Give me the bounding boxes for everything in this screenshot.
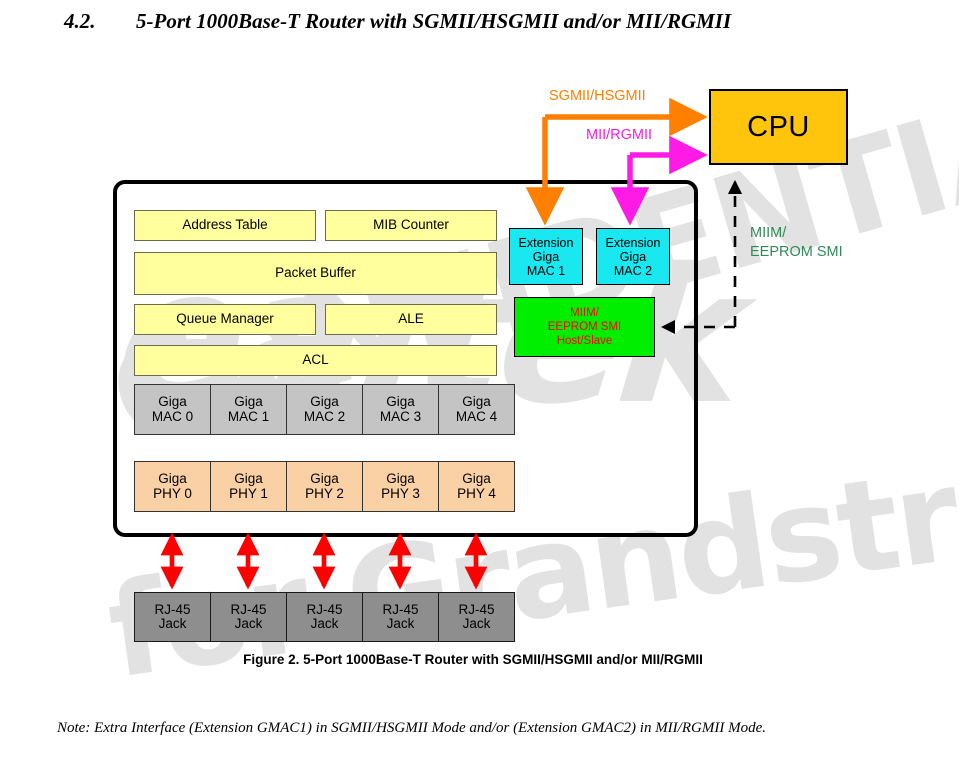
block-label: Queue Manager: [176, 311, 274, 327]
block-label: Extension Giga MAC 1: [518, 235, 574, 278]
section-number: 4.2.: [64, 9, 96, 33]
giga-mac-4[interactable]: Giga MAC 4: [438, 384, 515, 435]
figure-note: Note: Extra Interface (Extension GMAC1) …: [57, 720, 766, 736]
block-label: Giga MAC 3: [379, 394, 422, 424]
rj45-jack-2[interactable]: RJ-45 Jack: [286, 592, 363, 642]
block-label: Giga PHY 0: [153, 471, 192, 501]
block-label: MIIM/ EEPROM SMI Host/Slave: [547, 307, 622, 347]
document-page: ealtek CONFIDENTIAL for Grandstream 4.2.…: [0, 0, 959, 764]
block-label: Giga MAC 4: [455, 394, 498, 424]
giga-mac-1[interactable]: Giga MAC 1: [210, 384, 287, 435]
port-arrows: [160, 532, 488, 590]
cpu-block[interactable]: CPU: [709, 89, 848, 165]
block-label: Address Table: [182, 217, 268, 233]
block-ale[interactable]: ALE: [325, 304, 497, 335]
block-label: Giga PHY 4: [457, 471, 496, 501]
figure-caption: Figure 2. 5-Port 1000Base-T Router with …: [243, 652, 703, 667]
block-label: Giga MAC 0: [151, 394, 194, 424]
block-label: RJ-45 Jack: [306, 601, 343, 631]
block-label: Packet Buffer: [275, 265, 356, 281]
block-address-table[interactable]: Address Table: [134, 210, 316, 241]
giga-phy-0[interactable]: Giga PHY 0: [134, 461, 211, 512]
block-label: Giga PHY 2: [305, 471, 344, 501]
sgmii-hsgmii-label: SGMII/HSGMII: [549, 88, 646, 104]
block-label: Giga PHY 1: [229, 471, 268, 501]
block-label: ALE: [398, 311, 424, 327]
block-label: Giga MAC 1: [227, 394, 270, 424]
giga-mac-2[interactable]: Giga MAC 2: [286, 384, 363, 435]
giga-phy-4[interactable]: Giga PHY 4: [438, 461, 515, 512]
mii-rgmii-label: MII/RGMII: [586, 127, 653, 143]
rj45-jack-3[interactable]: RJ-45 Jack: [362, 592, 439, 642]
rj45-jack-4[interactable]: RJ-45 Jack: [438, 592, 515, 642]
rj45-jack-1[interactable]: RJ-45 Jack: [210, 592, 287, 642]
giga-mac-0[interactable]: Giga MAC 0: [134, 384, 211, 435]
block-queue-manager[interactable]: Queue Manager: [134, 304, 316, 335]
block-acl[interactable]: ACL: [134, 345, 497, 376]
block-label: Extension Giga MAC 2: [605, 235, 661, 278]
block-label: ACL: [302, 352, 329, 368]
extension-giga-mac-1[interactable]: Extension Giga MAC 1: [509, 228, 583, 285]
giga-phy-2[interactable]: Giga PHY 2: [286, 461, 363, 512]
page-title: 5-Port 1000Base-T Router with SGMII/HSGM…: [136, 9, 732, 33]
block-label: RJ-45 Jack: [154, 601, 191, 631]
block-label: RJ-45 Jack: [230, 601, 267, 631]
rj45-jack-0[interactable]: RJ-45 Jack: [134, 592, 211, 642]
block-label: RJ-45 Jack: [382, 601, 419, 631]
miim-eeprom-smi-label: MIIM/ EEPROM SMI: [750, 225, 843, 260]
cpu-label: CPU: [747, 110, 810, 143]
giga-mac-3[interactable]: Giga MAC 3: [362, 384, 439, 435]
giga-phy-1[interactable]: Giga PHY 1: [210, 461, 287, 512]
block-packet-buffer[interactable]: Packet Buffer: [134, 252, 497, 295]
block-label: RJ-45 Jack: [458, 601, 495, 631]
extension-giga-mac-2[interactable]: Extension Giga MAC 2: [596, 228, 670, 285]
miim-eeprom-smi-block[interactable]: MIIM/ EEPROM SMI Host/Slave: [514, 297, 655, 357]
block-mib-counter[interactable]: MIB Counter: [325, 210, 497, 241]
block-label: Giga MAC 2: [303, 394, 346, 424]
giga-phy-3[interactable]: Giga PHY 3: [362, 461, 439, 512]
block-label: Giga PHY 3: [381, 471, 420, 501]
block-label: MIB Counter: [373, 217, 449, 233]
